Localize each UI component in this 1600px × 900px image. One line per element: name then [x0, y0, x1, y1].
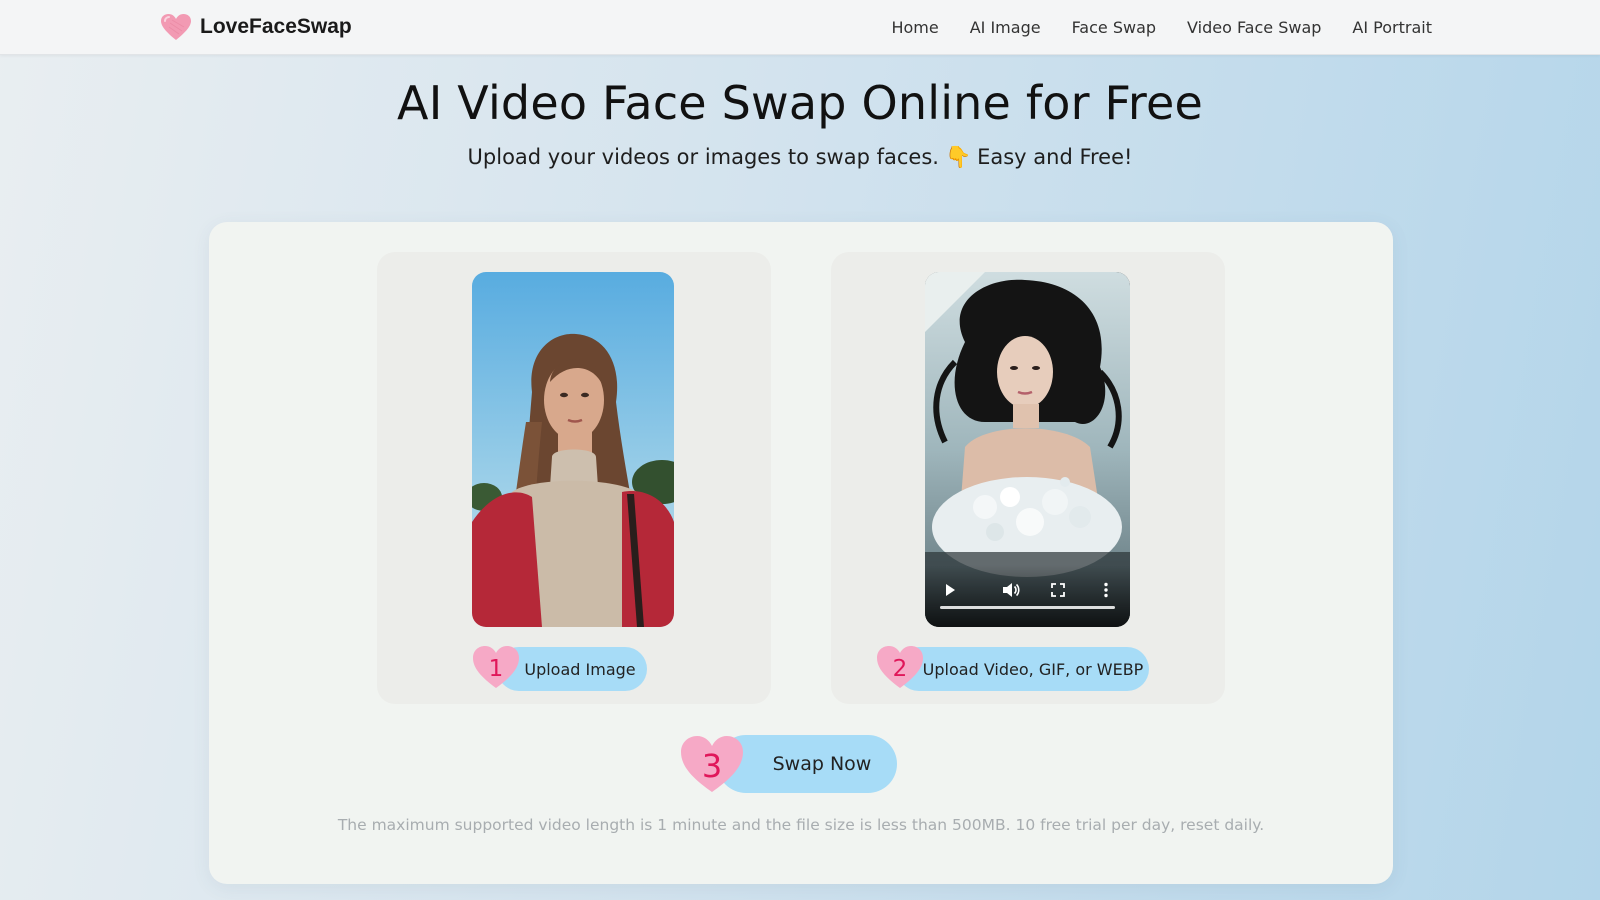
nav-ai-portrait[interactable]: AI Portrait: [1352, 18, 1432, 37]
video-progress-bar[interactable]: [940, 606, 1115, 609]
step-2-heart-badge: 2: [875, 644, 925, 690]
page-title: AI Video Face Swap Online for Free: [397, 76, 1203, 130]
subtitle-text-before: Upload your videos or images to swap fac…: [467, 145, 939, 169]
play-icon[interactable]: [939, 579, 961, 601]
heart-logo-icon: [161, 14, 191, 40]
face-swap-card: Upload Image 1 Upload Video, GIF, or WEB…: [209, 222, 1393, 884]
portrait-image: [472, 272, 674, 627]
page-subtitle: Upload your videos or images to swap fac…: [0, 145, 1600, 170]
step-3-heart-badge: 3: [679, 734, 745, 794]
pointing-down-emoji-icon: 👇: [944, 145, 972, 169]
step-1-heart-badge: 1: [471, 644, 521, 690]
brand-link[interactable]: LoveFaceSwap: [160, 12, 352, 42]
top-navigation-bar: LoveFaceSwap Home AI Image Face Swap Vid…: [0, 0, 1600, 55]
nav-video-face-swap[interactable]: Video Face Swap: [1187, 18, 1321, 37]
video-upload-panel: Upload Video, GIF, or WEBP 2: [831, 252, 1225, 704]
main-nav: Home AI Image Face Swap Video Face Swap …: [891, 0, 1432, 55]
nav-home[interactable]: Home: [891, 18, 938, 37]
brand-name: LoveFaceSwap: [200, 15, 352, 38]
target-video-player[interactable]: [925, 272, 1130, 627]
step-2-number: 2: [892, 656, 908, 682]
usage-limits-note: The maximum supported video length is 1 …: [337, 816, 1265, 834]
upload-video-button[interactable]: Upload Video, GIF, or WEBP: [897, 647, 1149, 691]
subtitle-text-after: Easy and Free!: [977, 145, 1133, 169]
nav-ai-image[interactable]: AI Image: [970, 18, 1041, 37]
fullscreen-icon[interactable]: [1047, 579, 1069, 601]
image-upload-panel: Upload Image 1: [377, 252, 771, 704]
more-options-icon[interactable]: [1095, 579, 1117, 601]
step-3-number: 3: [701, 747, 723, 785]
video-controls-bar: [925, 565, 1130, 627]
step-1-number: 1: [488, 656, 504, 682]
source-image-preview[interactable]: [472, 272, 674, 627]
nav-face-swap[interactable]: Face Swap: [1072, 18, 1156, 37]
volume-icon[interactable]: [1000, 579, 1022, 601]
